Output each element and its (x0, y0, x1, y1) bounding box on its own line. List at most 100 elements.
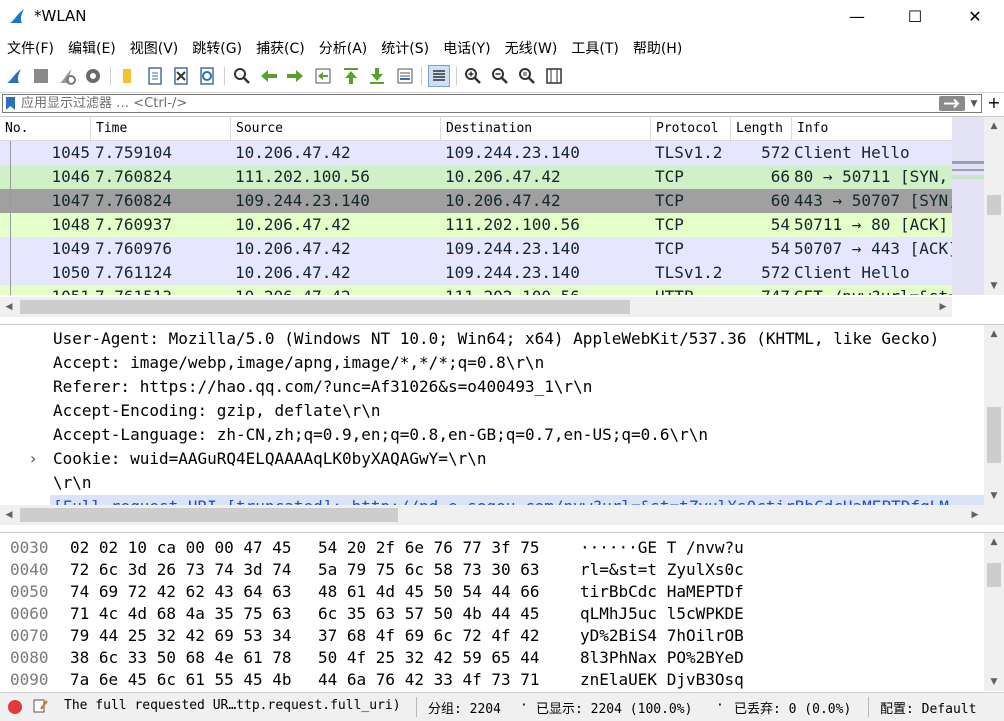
resize-columns-icon[interactable] (543, 65, 565, 87)
menu-file[interactable]: 文件(F) (0, 36, 61, 62)
shark-fin-start-icon[interactable] (4, 65, 26, 87)
filter-dropdown-icon[interactable]: ▼ (968, 97, 980, 111)
main-toolbar (0, 62, 1004, 92)
details-scroll-thumb[interactable] (987, 407, 1001, 463)
packet-protocol: TLSv1.2 (655, 263, 723, 282)
edit-comment-icon[interactable] (32, 698, 48, 714)
packet-row[interactable]: 1048 7.760937 10.206.47.42 111.202.100.56 TC… (0, 213, 952, 237)
details-scroll-up-icon[interactable]: ▲ (984, 325, 1004, 343)
details-scroll-right-icon[interactable]: ▶ (966, 505, 984, 525)
normal-size-icon[interactable] (516, 65, 538, 87)
details-vscrollbar[interactable]: ▲ ▼ (984, 325, 1004, 505)
status-packets: 分组: 2204 (428, 702, 501, 717)
menu-tools[interactable]: 工具(T) (564, 36, 625, 62)
apply-filter-arrow-icon[interactable] (939, 96, 965, 111)
open-folder-icon[interactable] (116, 65, 138, 87)
menu-help[interactable]: 帮助(H) (626, 36, 689, 62)
detail-cookie[interactable]: Cookie: wuid=AAGuRQ4ELQAAAAqLK0byXAQAGwY… (53, 447, 486, 471)
packet-row[interactable]: 1050 7.761124 10.206.47.42 109.244.23.140 TL… (0, 261, 952, 285)
details-scroll-down-icon[interactable]: ▼ (984, 487, 1004, 505)
bytes-vscrollbar[interactable]: ▲ ▼ (984, 533, 1004, 691)
column-protocol[interactable]: Protocol (651, 117, 731, 141)
packet-minimap[interactable] (952, 117, 984, 295)
go-to-packet-icon[interactable] (312, 65, 334, 87)
go-forward-icon[interactable] (284, 65, 306, 87)
packet-list-vscrollbar[interactable]: ▲ ▼ (984, 117, 1004, 295)
expert-info-error-icon[interactable] (8, 700, 22, 714)
byte-offset: 0030 (10, 538, 49, 557)
byte-row[interactable]: 0060 71 4c 4d 68 4a 35 75 63 6c 35 63 57 5… (0, 603, 980, 625)
close-button[interactable]: ✕ (952, 0, 998, 32)
expand-chevron-icon[interactable]: › (30, 447, 44, 471)
save-file-icon[interactable] (144, 65, 166, 87)
scroll-left-arrow-icon[interactable]: ◀ (0, 297, 18, 317)
details-scroll-left-icon[interactable]: ◀ (0, 505, 18, 525)
byte-row[interactable]: 0030 02 02 10 ca 00 00 47 45 54 20 2f 6e 7… (0, 537, 980, 559)
scroll-down-arrow-icon[interactable]: ▼ (984, 277, 1004, 295)
bytes-scroll-down-icon[interactable]: ▼ (984, 673, 1004, 691)
packet-row[interactable]: 1047 7.760824 109.244.23.140 10.206.47.42 TC… (0, 189, 952, 213)
bytes-scroll-thumb[interactable] (987, 563, 1001, 587)
column-destination[interactable]: Destination (441, 117, 651, 141)
detail-accept[interactable]: Accept: image/webp,image/apng,image/*,*/… (53, 351, 544, 375)
packet-list-hscrollbar[interactable]: ◀ ▶ (0, 297, 952, 317)
zoom-out-icon[interactable] (489, 65, 511, 87)
menu-go[interactable]: 跳转(G) (185, 36, 249, 62)
menu-analyze[interactable]: 分析(A) (312, 36, 375, 62)
column-source[interactable]: Source (231, 117, 441, 141)
add-filter-button-icon[interactable]: + (986, 93, 1002, 113)
hscroll-thumb[interactable] (20, 300, 630, 314)
status-profile[interactable]: 配置: Default (880, 698, 976, 717)
details-hscrollbar[interactable]: ◀ ▶ (0, 505, 1004, 525)
byte-row[interactable]: 0070 79 44 25 32 42 69 53 34 37 68 4f 69 6… (0, 625, 980, 647)
menu-statistics[interactable]: 统计(S) (374, 36, 436, 62)
detail-accept-language[interactable]: Accept-Language: zh-CN,zh;q=0.9,en;q=0.8… (53, 423, 708, 447)
column-info[interactable]: Info (792, 117, 952, 141)
byte-row[interactable]: 0040 72 6c 3d 26 73 74 3d 74 5a 79 75 6c 5… (0, 559, 980, 581)
minimize-button[interactable]: — (834, 0, 880, 32)
column-time[interactable]: Time (91, 117, 231, 141)
packet-protocol: TCP (655, 239, 684, 258)
detail-accept-encoding[interactable]: Accept-Encoding: gzip, deflate\r\n (53, 399, 381, 423)
column-length[interactable]: Length (731, 117, 792, 141)
packet-row[interactable]: 1045 7.759104 10.206.47.42 109.244.23.140 TL… (0, 141, 952, 165)
menu-telephony[interactable]: 电话(Y) (436, 36, 497, 62)
detail-crlf[interactable]: \r\n (53, 471, 92, 495)
close-file-icon[interactable] (170, 65, 192, 87)
options-gear-icon[interactable] (82, 65, 104, 87)
find-packet-icon[interactable] (231, 65, 253, 87)
stop-icon[interactable] (30, 65, 52, 87)
bytes-scroll-up-icon[interactable]: ▲ (984, 533, 1004, 551)
column-no[interactable]: No. (0, 117, 91, 141)
scroll-thumb[interactable] (987, 195, 1001, 215)
packet-row[interactable]: 1046 7.760824 111.202.100.56 10.206.47.42 TC… (0, 165, 952, 189)
byte-row[interactable]: 0090 7a 6e 45 6c 61 55 45 4b 44 6a 76 42 3… (0, 669, 980, 691)
reload-icon[interactable] (196, 65, 218, 87)
menu-edit[interactable]: 编辑(E) (61, 36, 123, 62)
byte-row[interactable]: 0050 74 69 72 42 62 43 64 63 48 61 4d 45 5… (0, 581, 980, 603)
scroll-right-arrow-icon[interactable]: ▶ (934, 297, 952, 317)
scroll-up-arrow-icon[interactable]: ▲ (984, 117, 1004, 135)
bookmark-icon[interactable] (6, 97, 15, 110)
maximize-button[interactable]: ☐ (892, 0, 938, 32)
first-packet-icon[interactable] (340, 65, 362, 87)
last-packet-icon[interactable] (366, 65, 388, 87)
detail-user-agent[interactable]: User-Agent: Mozilla/5.0 (Windows NT 10.0… (53, 327, 939, 351)
menu-capture[interactable]: 捕获(C) (249, 36, 312, 62)
packet-row[interactable]: 1049 7.760976 10.206.47.42 109.244.23.140 TC… (0, 237, 952, 261)
packet-row[interactable]: 1051 7.761513 10.206.47.42 111.202.100.56 HT… (0, 285, 952, 295)
colorize-icon[interactable] (428, 65, 450, 87)
display-filter-input[interactable] (21, 95, 921, 112)
zoom-in-icon[interactable] (462, 65, 484, 87)
packet-time: 7.760937 (95, 215, 173, 234)
details-hscroll-thumb[interactable] (20, 508, 398, 522)
go-back-icon[interactable] (258, 65, 280, 87)
byte-ascii: tirBbCdc HaMEPTDf (580, 582, 744, 601)
menu-wireless[interactable]: 无线(W) (498, 36, 565, 62)
detail-referer[interactable]: Referer: https://hao.qq.com/?unc=Af31026… (53, 375, 592, 399)
menu-view[interactable]: 视图(V) (123, 36, 186, 62)
byte-row[interactable]: 0080 38 6c 33 50 68 4e 61 78 50 4f 25 32 4… (0, 647, 980, 669)
autoscroll-icon[interactable] (394, 65, 416, 87)
packet-destination: 109.244.23.140 (445, 263, 580, 282)
restart-icon[interactable] (56, 65, 78, 87)
